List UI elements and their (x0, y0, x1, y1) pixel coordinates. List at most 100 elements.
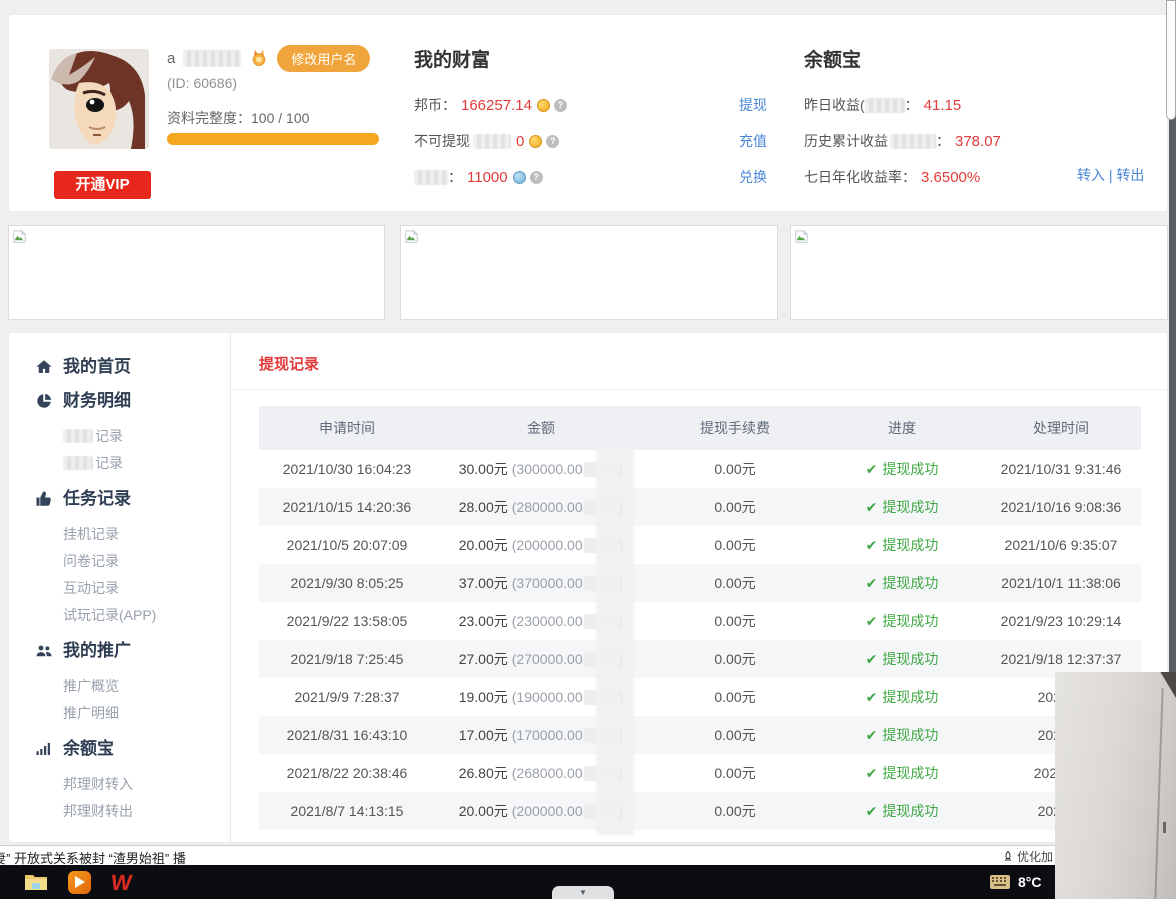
fee-cell: 0.00元 (647, 611, 823, 631)
photo-door-edge (1154, 688, 1163, 899)
help-icon[interactable]: ? (530, 171, 543, 184)
status-text: 提现成功 (882, 687, 938, 707)
edit-username-button[interactable]: 修改用户名 (277, 45, 370, 72)
sidebar-item-finance[interactable]: 财务明细 (35, 389, 230, 413)
withdrawal-table: 申请时间 金额 提现手续费 进度 处理时间 2021/10/30 16:04:2… (259, 406, 1141, 830)
fee-cell: 0.00元 (647, 687, 823, 707)
check-icon: ✔ (866, 499, 878, 516)
annual-rate-value: 3.6500% (921, 169, 980, 186)
yuebao-title: 余额宝 (804, 45, 861, 72)
sidebar-item-survey-records[interactable]: 问卷记录 (63, 548, 230, 575)
transfer-in-out-links[interactable]: 转入 | 转出 (1077, 167, 1144, 183)
profile-wealth-card: a 修改用户名 (ID: 60686) 资料完整度：100 / 100 开通VI… (8, 14, 1168, 212)
dashboard-page: a 修改用户名 (ID: 60686) 资料完整度：100 / 100 开通VI… (0, 0, 1176, 899)
weather-temperature[interactable]: 8°C (1018, 874, 1042, 890)
accelerator-status[interactable]: 优化加 (1002, 848, 1053, 865)
booster-icon (1002, 850, 1014, 863)
keyboard-icon[interactable] (990, 875, 1010, 889)
exchange-link[interactable]: 兑换 (739, 167, 767, 187)
col-progress: 进度 (823, 418, 981, 438)
status-cell: ✔ 提现成功 (823, 725, 981, 745)
fee-cell: 0.00元 (647, 459, 823, 479)
medal-badge-icon (249, 48, 269, 68)
locked-balance-value: 0 (516, 133, 524, 150)
blurred-patch (63, 429, 93, 443)
check-icon: ✔ (866, 575, 878, 592)
table-row: 2021/9/30 8:05:25 37.00元 (370000.00) 0.0… (259, 564, 1141, 602)
process-time-cell: 2021/9/18 12:37:37 (981, 651, 1141, 667)
avatar[interactable] (49, 49, 149, 149)
blue-coin-icon (513, 171, 526, 184)
sidebar-item-trial-records[interactable]: 试玩记录(APP) (63, 602, 230, 629)
fee-cell: 0.00元 (647, 649, 823, 669)
sidebar-item-idle-records[interactable]: 挂机记录 (63, 521, 230, 548)
blurred-column-strip (596, 445, 634, 835)
total-earning-value: 378.07 (955, 133, 1001, 150)
help-icon[interactable]: ? (554, 99, 567, 112)
sidebar-item-home[interactable]: 我的首页 (35, 355, 230, 379)
locked-balance-row: 不可提现 0 ? (414, 123, 567, 159)
sidebar-item-promo-details[interactable]: 推广明细 (63, 700, 230, 727)
sidebar-item-tasks[interactable]: 任务记录 (35, 487, 230, 511)
profile-completeness: 资料完整度：100 / 100 (167, 108, 309, 128)
open-vip-button[interactable]: 开通VIP (54, 171, 151, 199)
file-explorer-icon[interactable] (24, 872, 48, 892)
status-cell: ✔ 提现成功 (823, 497, 981, 517)
status-cell: ✔ 提现成功 (823, 801, 981, 821)
sidebar-item-wealth-transfer-in[interactable]: 邦理财转入 (63, 771, 230, 798)
sidebar: 我的首页 财务明细 记录 记录 任务记录 挂机记录 问卷记录 互动记录 试 (9, 333, 231, 842)
blurred-patch (414, 170, 448, 185)
col-fee: 提现手续费 (647, 418, 823, 438)
status-text: 提现成功 (882, 611, 938, 631)
status-text: 提现成功 (882, 763, 938, 783)
broken-image-icon (404, 229, 419, 244)
fee-cell: 0.00元 (647, 497, 823, 517)
blurred-patch (63, 456, 93, 470)
help-icon[interactable]: ? (546, 135, 559, 148)
status-text: 提现成功 (882, 497, 938, 517)
yesterday-earning-row: 昨日收益( ： 41.15 (804, 87, 1006, 123)
check-icon: ✔ (866, 461, 878, 478)
col-amount: 金额 (435, 418, 647, 438)
blurred-patch (865, 98, 905, 113)
withdraw-link[interactable]: 提现 (739, 95, 767, 115)
status-text: 提现成功 (882, 573, 938, 593)
table-row: 2021/9/9 7:28:37 19.00元 (190000.00) 0.00… (259, 678, 1141, 716)
status-text: 提现成功 (882, 649, 938, 669)
status-cell: ✔ 提现成功 (823, 611, 981, 631)
recharge-link[interactable]: 充值 (739, 131, 767, 151)
apply-time-cell: 2021/9/30 8:05:25 (259, 575, 435, 591)
col-process-time: 处理时间 (981, 418, 1141, 438)
completeness-progress-bar (167, 133, 379, 145)
sidebar-item-promotion[interactable]: 我的推广 (35, 639, 230, 663)
sidebar-item-yuebao[interactable]: 余额宝 (35, 737, 230, 761)
points-value: 11000 (467, 169, 508, 186)
overlay-photo (1055, 672, 1176, 899)
hidden-dock-tab[interactable]: ▼ (552, 886, 614, 899)
total-earning-row: 历史累计收益 ： 378.07 (804, 123, 1006, 159)
media-app-icon[interactable] (68, 871, 91, 894)
apply-time-cell: 2021/8/7 14:13:15 (259, 803, 435, 819)
apply-time-cell: 2021/8/22 20:38:46 (259, 765, 435, 781)
username: a (167, 50, 175, 67)
photo-dark-corner (1152, 672, 1176, 698)
withdrawal-records-section: 提现记录 申请时间 金额 提现手续费 进度 处理时间 2021/10/30 16… (231, 333, 1167, 842)
table-row: 2021/8/22 20:38:46 26.80元 (268000.00) 0.… (259, 754, 1141, 792)
broken-image-icon (794, 229, 809, 244)
status-cell: ✔ 提现成功 (823, 763, 981, 783)
scrollbar-thumb[interactable] (1166, 0, 1176, 120)
fee-cell: 0.00元 (647, 801, 823, 821)
process-time-cell: 2021/9/23 10:29:14 (981, 613, 1141, 629)
coin-balance-row: 邦币： 166257.14 ? (414, 87, 567, 123)
avatar-image (49, 49, 149, 149)
sidebar-item-promo-overview[interactable]: 推广概览 (63, 673, 230, 700)
sidebar-item-interaction-records[interactable]: 互动记录 (63, 575, 230, 602)
wps-icon[interactable]: W (109, 871, 133, 894)
sidebar-item-wealth-transfer-out[interactable]: 邦理财转出 (63, 798, 230, 825)
status-cell: ✔ 提现成功 (823, 573, 981, 593)
fee-cell: 0.00元 (647, 573, 823, 593)
sidebar-item-record-1[interactable]: 记录 (63, 423, 230, 450)
fee-cell: 0.00元 (647, 535, 823, 555)
apply-time-cell: 2021/10/30 16:04:23 (259, 461, 435, 477)
sidebar-item-record-2[interactable]: 记录 (63, 450, 230, 477)
